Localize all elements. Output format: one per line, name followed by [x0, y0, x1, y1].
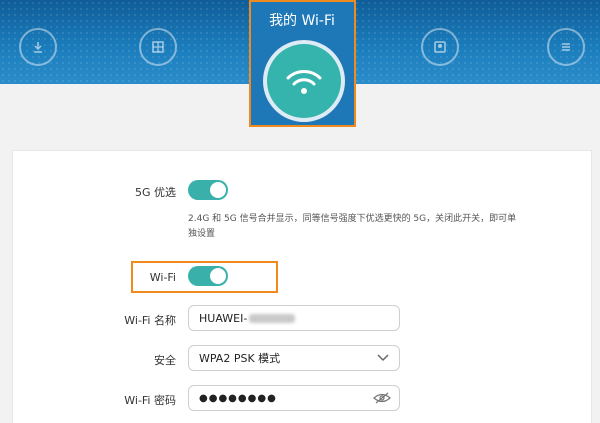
settings-card — [12, 150, 592, 423]
password-input[interactable]: ●●●●●●●● — [188, 385, 400, 411]
devices-icon — [421, 28, 459, 66]
chevron-down-icon — [377, 354, 389, 362]
password-value: ●●●●●●●● — [199, 392, 277, 404]
menu-icon — [547, 28, 585, 66]
download-icon — [19, 28, 57, 66]
ssid-value: HUAWEI- — [199, 311, 248, 325]
nav-item-download[interactable] — [8, 20, 68, 66]
ssid-label: Wi-Fi 名称 — [124, 314, 176, 327]
nav-item-more[interactable] — [536, 20, 596, 66]
eye-hidden-icon[interactable] — [373, 392, 391, 404]
security-value: WPA2 PSK 模式 — [199, 352, 281, 365]
band-steering-toggle[interactable] — [188, 180, 228, 200]
security-label: 安全 — [154, 354, 176, 367]
globe-icon — [139, 28, 177, 66]
nav-item-devices[interactable] — [410, 20, 470, 66]
nav-item-internet[interactable] — [128, 20, 188, 66]
highlight-box-wifi-tab — [249, 0, 356, 127]
toggle-knob — [210, 182, 226, 198]
ssid-input[interactable]: HUAWEI- — [188, 305, 400, 331]
highlight-box-wifi-toggle — [131, 261, 278, 293]
band-steering-label: 5G 优选 — [134, 186, 176, 199]
redacted-mask — [249, 313, 296, 323]
password-label: Wi-Fi 密码 — [124, 394, 176, 407]
band-steering-hint: 2.4G 和 5G 信号合并显示，同等信号强度下优选更快的 5G，关闭此开关，即… — [188, 214, 517, 239]
security-select[interactable]: WPA2 PSK 模式 — [188, 345, 400, 371]
